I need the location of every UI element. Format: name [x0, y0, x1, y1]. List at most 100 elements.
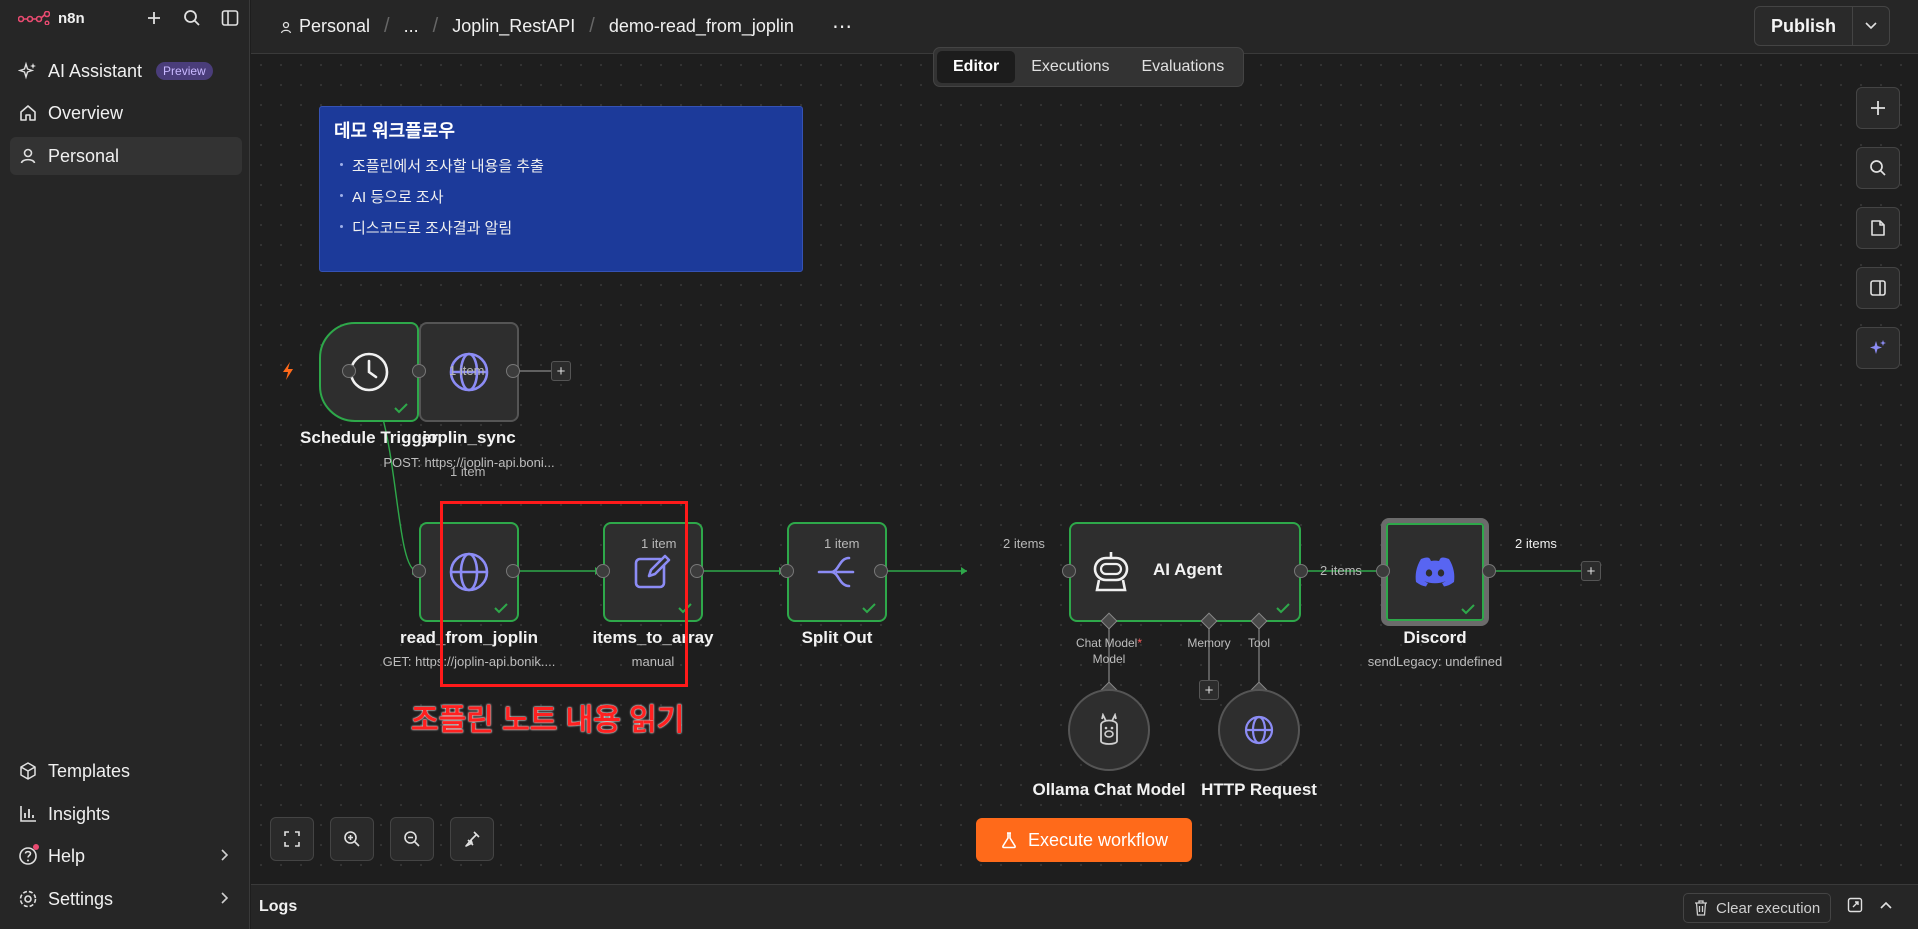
sparkles-icon [18, 61, 38, 81]
sidebar-item-templates[interactable]: Templates [10, 752, 242, 790]
search-icon [1870, 160, 1886, 176]
output-handle[interactable] [1482, 564, 1496, 578]
connection-arrow [961, 567, 967, 575]
add-memory-icon[interactable]: + [1199, 680, 1219, 700]
clear-execution-button[interactable]: Clear execution [1683, 893, 1832, 923]
logs-title: Logs [259, 898, 298, 915]
breadcrumb-folder[interactable]: Joplin_RestAPI [452, 16, 575, 37]
node-http-request[interactable] [1218, 689, 1300, 771]
sidebar-item-overview[interactable]: Overview [10, 94, 242, 132]
sticky-item: 조플린에서 조사할 내용을 추출 [340, 155, 788, 176]
breadcrumb-ellipsis[interactable]: ... [404, 16, 419, 37]
output-handle[interactable] [506, 364, 520, 378]
input-handle[interactable] [780, 564, 794, 578]
output-handle[interactable] [874, 564, 888, 578]
split-icon [817, 556, 855, 588]
sticky-note[interactable]: 데모 워크플로우 조플린에서 조사할 내용을 추출 AI 등으로 조사 디스코드… [319, 106, 803, 272]
output-handle[interactable] [342, 364, 356, 378]
discord-icon [1415, 557, 1455, 587]
node-label: joplin_sync [422, 428, 516, 447]
zoom-in-button[interactable] [330, 817, 374, 861]
port-label-model: Model [1092, 652, 1126, 666]
zoom-out-button[interactable] [390, 817, 434, 861]
add-node-button[interactable] [1856, 87, 1900, 129]
node-schedule-trigger[interactable] [319, 322, 419, 422]
tab-editor[interactable]: Editor [937, 51, 1016, 83]
n8n-logo[interactable]: n8n [18, 10, 85, 27]
llama-icon [1100, 713, 1118, 745]
add-icon[interactable] [144, 8, 164, 28]
n8n-logo-icon [18, 11, 50, 25]
tidy-up-button[interactable] [450, 817, 494, 861]
publish-dropdown[interactable] [1853, 7, 1889, 45]
sticky-title: 데모 워크플로우 [334, 121, 455, 141]
node-label: HTTP Request [1201, 780, 1317, 799]
breadcrumb-separator: / [589, 15, 595, 37]
add-node-icon[interactable]: + [551, 361, 571, 381]
input-handle[interactable] [1376, 564, 1390, 578]
user-icon [18, 146, 38, 166]
search-nodes-button[interactable] [1856, 147, 1900, 189]
sidebar-item-settings[interactable]: Settings [10, 880, 242, 918]
panel-toggle-button[interactable] [1856, 267, 1900, 309]
output-handle[interactable] [690, 564, 704, 578]
output-handle[interactable] [1294, 564, 1308, 578]
popout-icon[interactable] [1847, 897, 1863, 918]
help-icon [18, 844, 39, 866]
sidebar-item-label: Personal [48, 145, 120, 166]
success-check-icon [862, 603, 876, 614]
input-handle[interactable] [412, 564, 426, 578]
sidebar-item-label: Insights [48, 803, 111, 824]
fit-view-button[interactable] [270, 817, 314, 861]
sidebar-item-ai-assistant[interactable]: AI Assistant Preview [10, 52, 242, 90]
chevron-right-icon [220, 889, 230, 910]
sidebar-toggle-icon[interactable] [220, 8, 240, 28]
clear-execution-label: Clear execution [1716, 899, 1821, 917]
add-node-icon[interactable]: + [1581, 561, 1601, 581]
flask-icon [1001, 832, 1016, 849]
sidebar-item-insights[interactable]: Insights [10, 795, 242, 833]
notification-dot [33, 844, 39, 850]
sidebar-item-help[interactable]: Help [10, 837, 242, 875]
globe-icon [1244, 715, 1274, 745]
node-ollama-chat-model[interactable] [1068, 689, 1150, 771]
chevron-up-icon[interactable] [1879, 897, 1893, 918]
sticky-item: 디스코드로 조사결과 알림 [340, 217, 788, 238]
port-label-chat-model: Chat Model* [1075, 636, 1143, 650]
sidebar-item-personal[interactable]: Personal [10, 137, 242, 175]
sidebar-item-label: Overview [48, 102, 124, 123]
app-name: n8n [58, 9, 85, 27]
chart-icon [18, 804, 38, 824]
breadcrumb-personal[interactable]: Personal [279, 16, 370, 37]
workflow-name[interactable]: demo-read_from_joplin [609, 16, 794, 37]
publish-button[interactable]: Publish [1755, 7, 1853, 45]
input-handle[interactable] [1062, 564, 1076, 578]
edge-label: 2 items [1003, 536, 1045, 551]
sticky-list: 조플린에서 조사할 내용을 추출 AI 등으로 조사 디스코드로 조사결과 알림 [334, 155, 788, 238]
sparkles-icon [1870, 340, 1886, 354]
more-options-icon[interactable]: ⋯ [832, 14, 852, 39]
gear-icon [18, 889, 38, 909]
node-ai-agent[interactable]: AI Agent [1069, 522, 1301, 622]
execute-workflow-button[interactable]: Execute workflow [976, 818, 1192, 862]
edge-label: 2 items [1320, 563, 1362, 578]
preview-badge: Preview [156, 62, 213, 80]
right-toolbar [1856, 87, 1900, 387]
zoom-toolbar [270, 817, 494, 861]
breadcrumb-separator: / [432, 15, 439, 37]
home-icon [18, 103, 38, 123]
workflow-canvas[interactable]: 데모 워크플로우 조플린에서 조사할 내용을 추출 AI 등으로 조사 디스코드… [251, 55, 1918, 884]
tab-executions[interactable]: Executions [1015, 51, 1125, 83]
sidebar-item-label: Settings [48, 888, 114, 909]
sidebar: n8n AI Assistant Preview Overview Person… [0, 0, 250, 929]
edge-label: 1 item [824, 536, 860, 551]
node-discord[interactable] [1381, 518, 1489, 626]
breadcrumb: Personal / ... / Joplin_RestAPI / demo-r… [279, 14, 852, 39]
logs-panel[interactable]: Logs Clear execution [251, 884, 1918, 929]
ai-assistant-button[interactable] [1856, 327, 1900, 369]
node-label: AI Agent [1153, 560, 1223, 579]
sticky-note-button[interactable] [1856, 207, 1900, 249]
tab-evaluations[interactable]: Evaluations [1125, 51, 1240, 83]
search-icon[interactable] [182, 8, 202, 28]
input-handle[interactable] [412, 364, 426, 378]
